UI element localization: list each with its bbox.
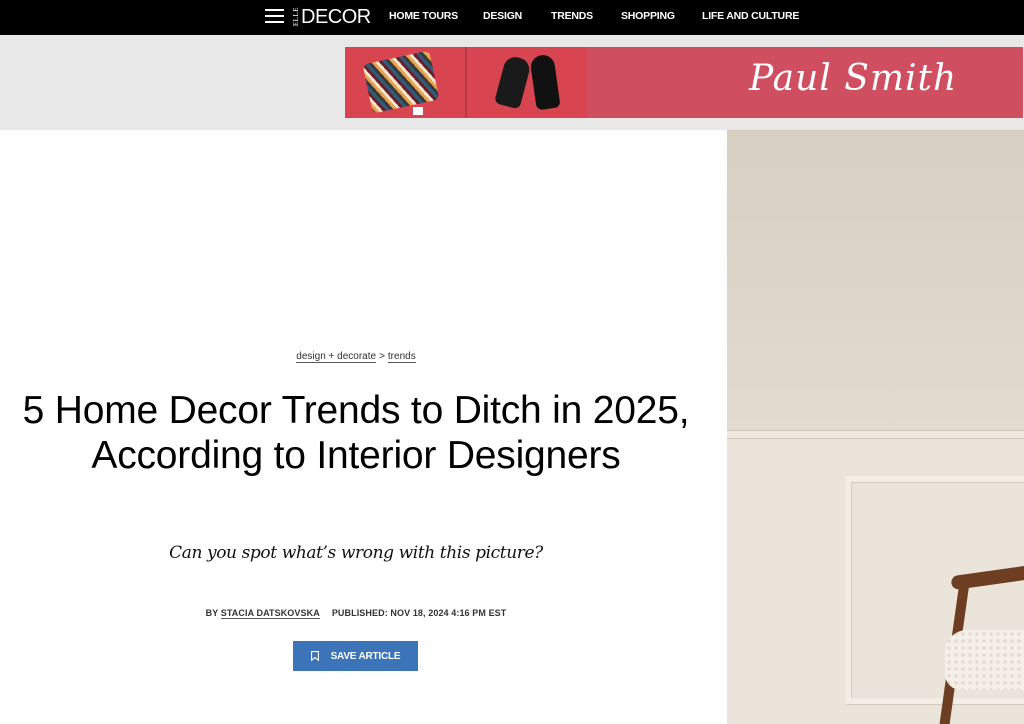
breadcrumb-link-design-decorate[interactable]: design + decorate <box>296 351 377 363</box>
nav-link-shopping[interactable]: SHOPPING <box>621 10 675 22</box>
nav-link-design[interactable]: DESIGN <box>483 10 522 22</box>
logo-decor-text: DECOR <box>301 6 371 28</box>
logo-elle-text: ELLE <box>292 7 300 27</box>
top-navigation-bar: ELLE DECOR HOME TOURS DESIGN TRENDS SHOP… <box>0 0 1024 35</box>
author-link[interactable]: STACIA DATSKOVSKA <box>220 608 320 619</box>
breadcrumb-link-trends[interactable]: trends <box>387 351 416 363</box>
hero-chair-seat <box>945 630 1024 690</box>
hero-image <box>727 130 1024 724</box>
ad-brand-logo: Paul Smith <box>749 58 958 99</box>
hero-wall <box>727 130 1024 430</box>
save-article-button[interactable]: SAVE ARTICLE <box>293 641 418 671</box>
ad-shoe-image <box>493 54 533 110</box>
breadcrumb-separator: > <box>379 351 385 362</box>
nav-link-life-and-culture[interactable]: LIFE AND CULTURE <box>702 10 799 22</box>
ad-shoe-image <box>529 53 561 111</box>
published-date: PUBLISHED: NOV 18, 2024 4:16 PM EST <box>331 608 507 618</box>
ad-sweater-image <box>362 50 440 114</box>
article-byline: BY STACIA DATSKOVSKA PUBLISHED: NOV 18, 2… <box>0 608 712 619</box>
bookmark-icon <box>310 651 319 661</box>
ad-area: Paul Smith <box>0 35 1024 130</box>
breadcrumb: design + decorate > trends <box>0 351 712 363</box>
nav-link-home-tours[interactable]: HOME TOURS <box>389 10 458 22</box>
nav-link-trends[interactable]: TRENDS <box>551 10 593 22</box>
hero-chair-rail <box>727 430 1024 439</box>
save-article-label: SAVE ARTICLE <box>330 650 401 662</box>
article-dek: Can you spot what’s wrong with this pict… <box>169 543 543 563</box>
site-logo[interactable]: ELLE DECOR <box>292 5 371 29</box>
hamburger-menu-icon[interactable] <box>265 8 284 24</box>
byline-prefix: BY <box>205 608 219 618</box>
ad-tag-image <box>413 107 423 115</box>
ad-photo-divider <box>465 47 467 118</box>
advertisement-banner[interactable]: Paul Smith <box>345 47 1023 118</box>
ad-product-photo <box>345 47 587 118</box>
article-headline: 5 Home Decor Trends to Ditch in 2025, Ac… <box>22 389 690 477</box>
